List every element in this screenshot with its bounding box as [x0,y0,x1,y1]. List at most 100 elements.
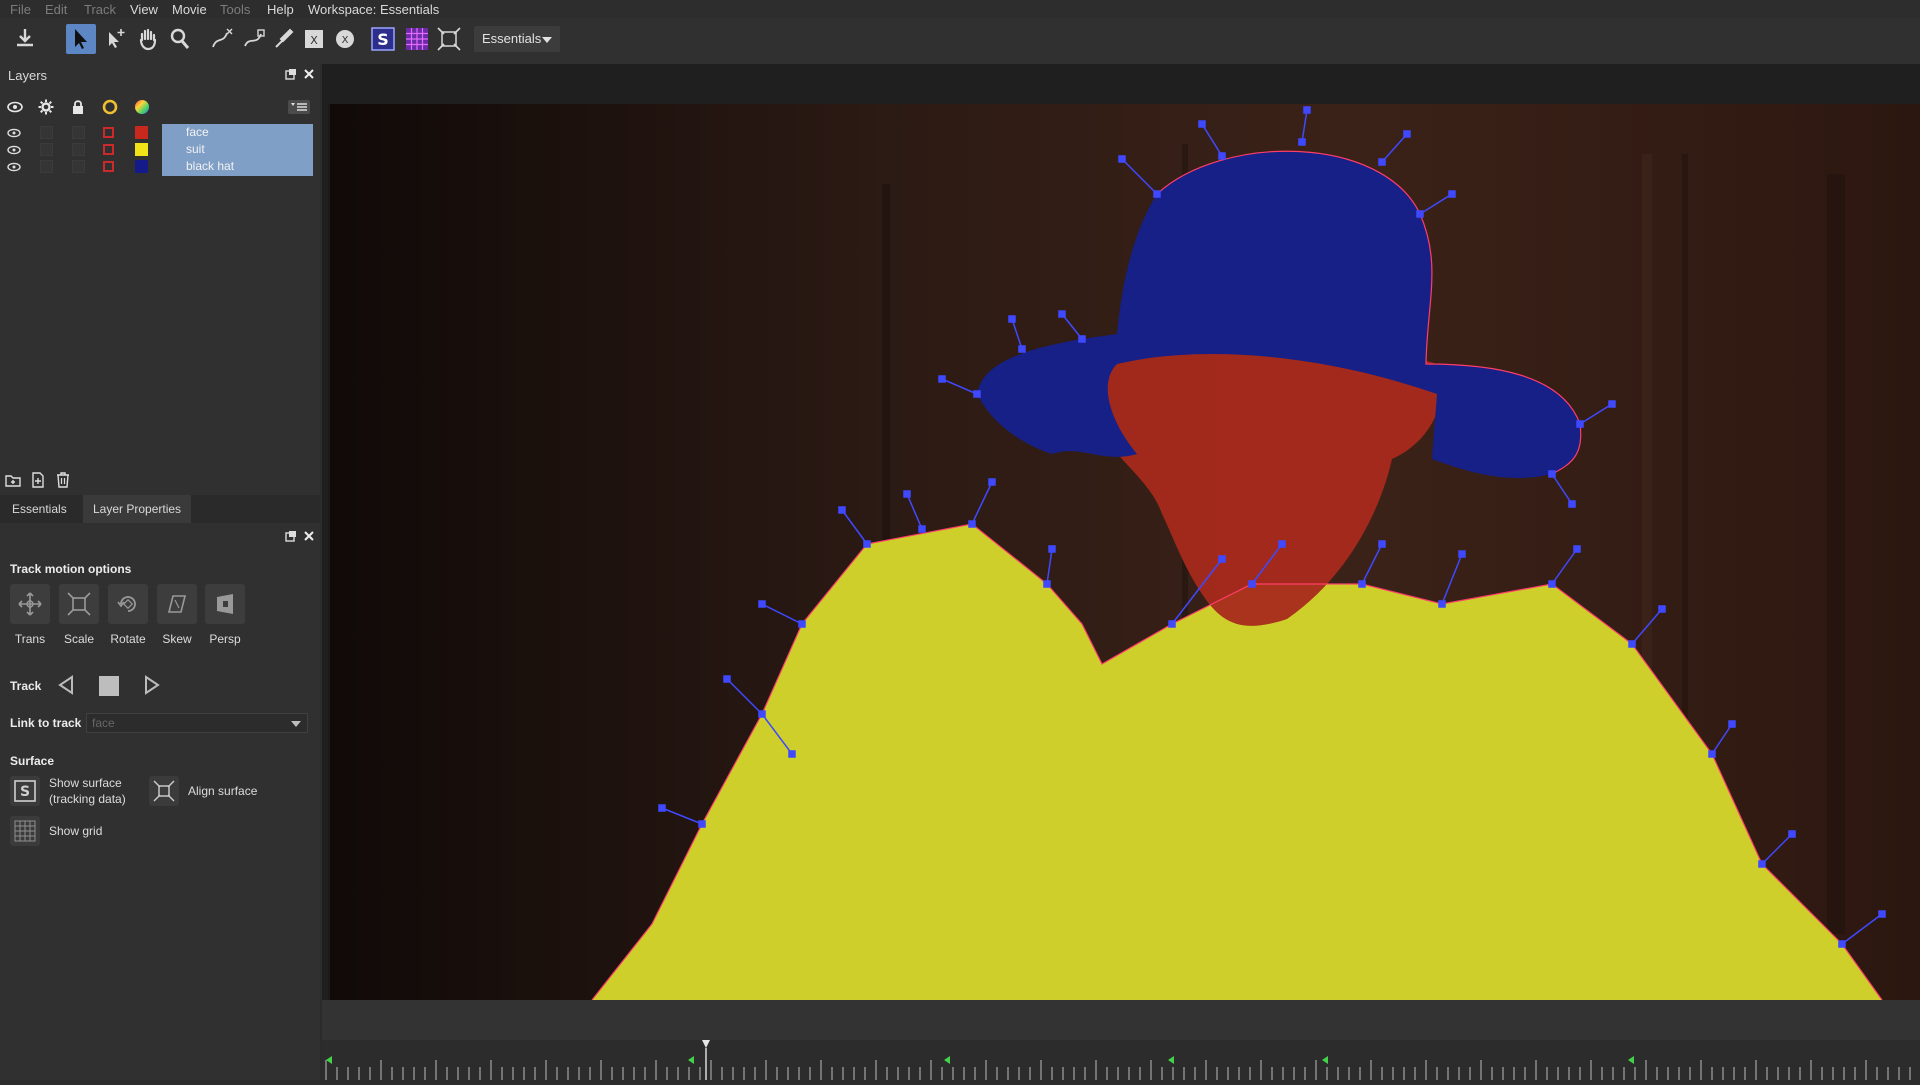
grid-icon[interactable] [402,24,432,54]
layer-lock-cell[interactable] [72,143,85,156]
layer-outline-toggle[interactable] [103,161,114,172]
tab-essentials[interactable]: Essentials [2,495,77,523]
hand-pan-icon[interactable] [133,24,163,54]
layer-color-swatch[interactable] [135,126,148,139]
perspective-icon [217,594,233,614]
show-surface-label-line1: Show surface [49,776,122,790]
ellipse-icon[interactable]: X [330,24,360,54]
persp-label: Persp [209,632,241,646]
layer-color-swatch[interactable] [135,160,148,173]
menu-edit[interactable]: Edit [45,2,67,17]
scale-icon [67,592,91,616]
lock-icon[interactable] [71,99,85,115]
layer-row-suit[interactable]: suit [0,141,320,158]
layer-row-face[interactable]: face [0,124,320,141]
layer-lock-cell[interactable] [72,160,85,173]
layer-outline-toggle[interactable] [103,144,114,155]
eye-icon[interactable] [7,128,21,138]
rotate-icon [117,596,136,612]
tab-layer-properties[interactable]: Layer Properties [83,495,192,523]
add-point-icon[interactable] [101,24,131,54]
layer-gear-cell[interactable] [40,126,53,139]
eye-icon[interactable] [7,162,21,172]
menu-bar: File Edit Track View Movie Tools Help Wo… [0,0,1920,18]
scale-button[interactable] [59,584,99,624]
align-surface-button[interactable] [149,776,179,806]
scale-label: Scale [63,632,95,646]
eye-icon[interactable] [7,100,23,114]
show-grid-label: Show grid [49,824,103,838]
menu-movie[interactable]: Movie [172,2,207,17]
layer-menu-button[interactable] [288,100,310,114]
link-to-track-dropdown[interactable]: face [86,713,308,733]
grid-icon [14,820,36,842]
float-panel-icon[interactable] [285,68,297,80]
skew-button[interactable] [157,584,197,624]
menu-icon [291,103,307,111]
layer-lock-cell[interactable] [72,126,85,139]
surface-S-icon: S [14,780,36,802]
show-grid-button[interactable] [10,816,40,846]
export-icon[interactable] [10,24,40,54]
trans-label: Trans [14,632,46,646]
bezier-icon[interactable] [239,24,269,54]
layer-row-black-hat[interactable]: black hat [0,158,320,175]
new-folder-icon[interactable] [5,472,21,488]
layer-outline-toggle[interactable] [103,127,114,138]
chevron-down-icon [542,37,552,43]
show-surface-label-line2: (tracking data) [49,792,126,806]
float-panel-icon[interactable] [285,530,297,542]
close-icon[interactable] [303,68,315,80]
timeline-ruler[interactable] [322,1040,1920,1080]
menu-tools[interactable]: Tools [220,2,250,17]
new-layer-icon[interactable] [30,472,46,488]
x-spline-icon[interactable] [207,24,237,54]
link-to-track-label: Link to track [10,716,82,730]
timeline[interactable] [322,1040,1920,1080]
menu-help[interactable]: Help [267,2,294,17]
rotate-button[interactable] [108,584,148,624]
svg-text:S: S [377,30,389,49]
persp-button[interactable] [205,584,245,624]
gear-icon[interactable] [38,99,54,115]
brush-icon[interactable] [268,24,298,54]
color-wheel-icon[interactable] [134,99,150,115]
svg-text:X: X [310,34,318,47]
align-surface-icon[interactable] [434,24,464,54]
zoom-icon[interactable] [165,24,195,54]
circle-color-icon[interactable] [102,99,118,115]
viewer-bottom-band [322,1000,1920,1040]
menu-view[interactable]: View [130,2,158,17]
trans-button[interactable] [10,584,50,624]
layer-gear-cell[interactable] [40,143,53,156]
properties-tabs: Essentials Layer Properties [0,495,320,523]
track-backward-icon[interactable] [56,675,76,695]
layer-gear-cell[interactable] [40,160,53,173]
show-surface-button[interactable]: S [10,776,40,806]
layers-panel-title: Layers [8,68,48,83]
track-label: Track [10,679,42,693]
select-arrow-icon[interactable] [66,24,96,54]
workspace-dropdown[interactable]: Essentials [474,26,560,52]
trash-icon[interactable] [55,472,71,488]
layer-name[interactable]: suit [186,142,205,156]
viewer-area[interactable] [322,64,1920,1001]
menu-track[interactable]: Track [84,2,116,17]
workspace-label[interactable]: Workspace: Essentials [308,2,439,17]
eye-icon[interactable] [7,145,21,155]
link-to-track-value: face [92,716,115,730]
close-icon[interactable] [303,530,315,542]
track-forward-icon[interactable] [142,675,162,695]
svg-text:X: X [342,35,349,46]
menu-file[interactable]: File [10,2,31,17]
stop-track-button[interactable] [99,676,119,696]
rectangle-icon[interactable]: X [299,24,329,54]
layer-color-swatch[interactable] [135,143,148,156]
layer-name[interactable]: face [186,125,209,139]
surface-title: Surface [10,754,55,768]
chevron-down-icon [291,721,301,727]
layer-name[interactable]: black hat [186,159,234,173]
surface-S-icon[interactable]: S [368,24,398,54]
svg-text:S: S [20,784,30,800]
video-canvas[interactable] [322,64,1920,1001]
